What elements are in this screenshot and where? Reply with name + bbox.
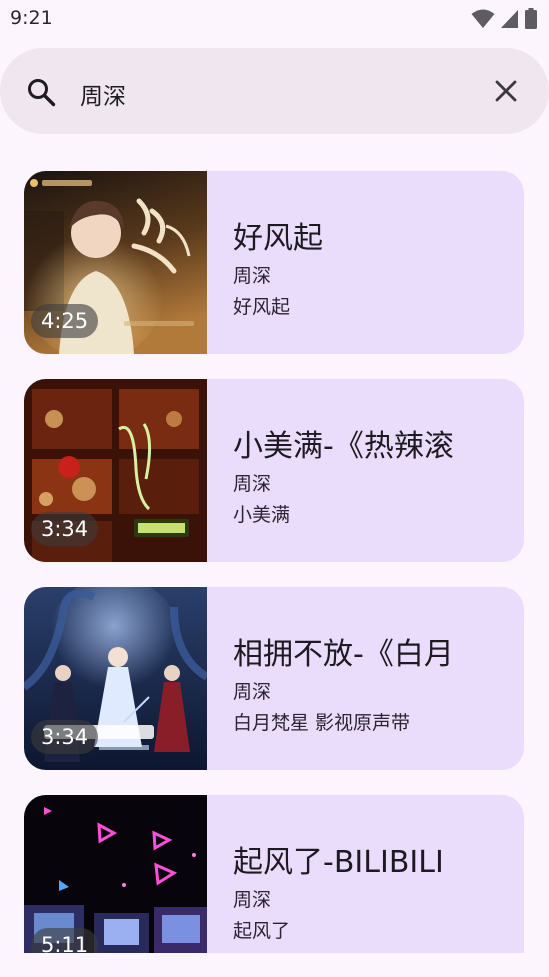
close-icon[interactable]	[493, 78, 519, 104]
search-bar[interactable]: 周深	[0, 48, 549, 134]
result-card-1[interactable]: 4:25 好风起 周深 好风起	[24, 171, 524, 354]
duration-badge: 3:34	[31, 720, 99, 754]
duration-badge: 5:11	[31, 928, 99, 953]
duration-badge: 4:25	[31, 304, 99, 338]
song-album: 好风起	[233, 296, 291, 318]
song-artist: 周深	[233, 265, 272, 287]
song-album: 白月梵星 影视原声带	[233, 712, 411, 734]
song-title: 好风起	[233, 221, 323, 256]
song-title: 起风了-BILIBILI	[233, 845, 444, 880]
status-icons	[471, 8, 537, 29]
song-artist: 周深	[233, 473, 272, 495]
search-icon[interactable]	[26, 77, 56, 107]
album-art-thumbnail: 3:34	[24, 379, 207, 562]
result-card-3[interactable]: 3:34 相拥不放-《白月 周深 白月梵星 影视原声带	[24, 587, 524, 770]
song-album: 小美满	[233, 504, 291, 526]
battery-icon	[525, 8, 537, 29]
signal-icon	[501, 9, 518, 28]
result-card-4[interactable]: 5:11 起风了-BILIBILI 周深 起风了	[24, 795, 524, 953]
song-title: 小美满-《热辣滚	[233, 429, 454, 464]
bottom-system-area	[0, 953, 549, 977]
duration-badge: 3:34	[31, 512, 99, 546]
album-art-thumbnail: 4:25	[24, 171, 207, 354]
result-list[interactable]: 4:25 好风起 周深 好风起 3:34 小美满-《热辣滚 周深 小美满 3:3…	[0, 148, 549, 953]
result-card-2[interactable]: 3:34 小美满-《热辣滚 周深 小美满	[24, 379, 524, 562]
album-art-thumbnail: 3:34	[24, 587, 207, 770]
album-art-thumbnail: 5:11	[24, 795, 207, 953]
wifi-icon	[471, 9, 495, 28]
search-input[interactable]: 周深	[80, 77, 126, 111]
song-album: 起风了	[233, 920, 291, 942]
song-title: 相拥不放-《白月	[233, 637, 454, 672]
status-time: 9:21	[10, 7, 53, 29]
song-artist: 周深	[233, 889, 272, 911]
status-bar: 9:21	[0, 0, 549, 40]
song-artist: 周深	[233, 681, 272, 703]
